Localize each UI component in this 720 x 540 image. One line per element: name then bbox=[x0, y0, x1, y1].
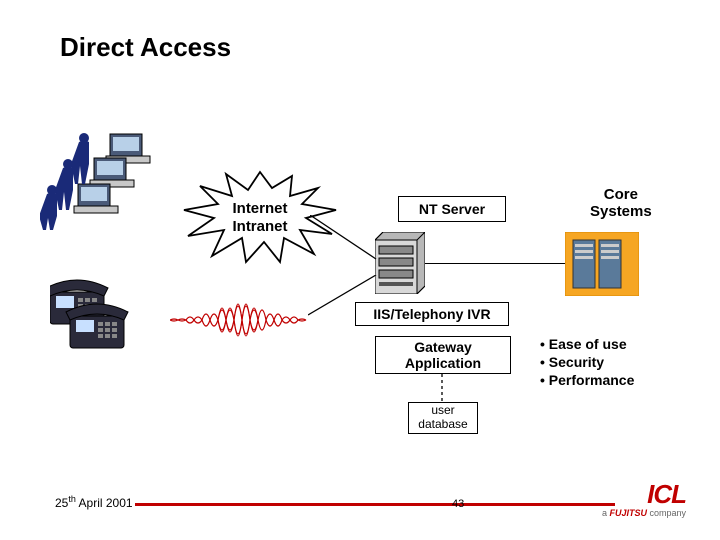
connector-server-core bbox=[425, 263, 565, 264]
footer-divider bbox=[135, 503, 615, 506]
fujitsu-tagline: a FUJITSU company bbox=[602, 508, 686, 518]
user-database-label: user database bbox=[408, 402, 478, 434]
burst-line2: Intranet bbox=[232, 218, 287, 235]
icl-logo: ICL a FUJITSU company bbox=[602, 479, 686, 518]
gateway-app-label: Gateway Application bbox=[375, 336, 511, 374]
slide-title: Direct Access bbox=[60, 32, 231, 63]
waveform-icon bbox=[170, 290, 310, 350]
nt-server-label: NT Server bbox=[398, 196, 506, 222]
connector-gateway-db bbox=[440, 374, 444, 404]
bullet-ease: • Ease of use bbox=[540, 335, 634, 353]
page-number: 43 bbox=[452, 498, 464, 510]
workstations-icon bbox=[40, 130, 170, 230]
bullet-security: • Security bbox=[540, 353, 634, 371]
iis-telephony-label: IIS/Telephony IVR bbox=[355, 302, 509, 326]
connector-burst-server bbox=[310, 215, 390, 265]
bullet-performance: • Performance bbox=[540, 371, 634, 389]
footer-date: 25th April 2001 bbox=[55, 494, 133, 510]
benefits-list: • Ease of use • Security • Performance bbox=[540, 335, 634, 390]
core-systems-icon bbox=[565, 232, 639, 296]
telephones-icon bbox=[50, 278, 150, 358]
burst-line1: Internet bbox=[232, 200, 287, 217]
core-systems-label: Core Systems bbox=[590, 186, 652, 221]
icl-wordmark: ICL bbox=[602, 479, 686, 510]
